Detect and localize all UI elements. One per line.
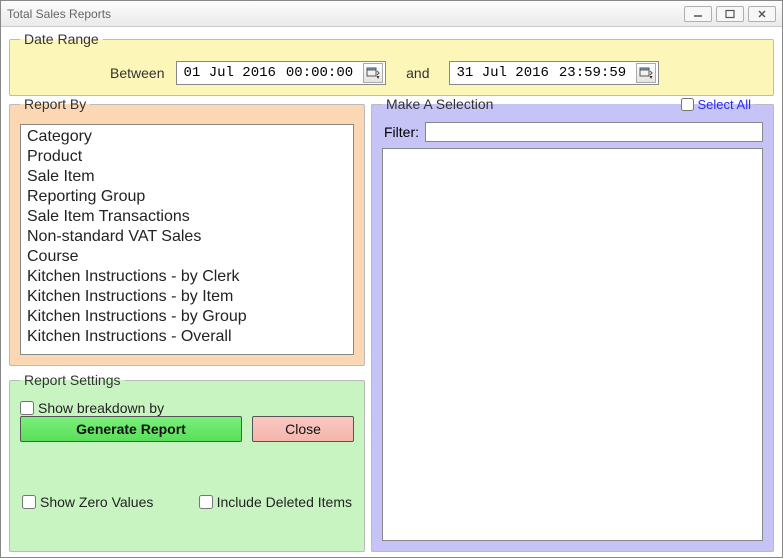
calendar-dropdown-icon [639, 66, 653, 80]
select-all-label: Select All [698, 97, 751, 112]
show-breakdown-input[interactable] [20, 401, 34, 415]
close-button[interactable]: Close [252, 416, 354, 442]
generate-report-label: Generate Report [76, 421, 186, 437]
report-settings-group: Report Settings Show breakdown by Till T… [9, 372, 365, 552]
between-label: Between [110, 65, 164, 81]
maximize-button[interactable] [716, 6, 744, 22]
list-item[interactable]: Non-standard VAT Sales [25, 227, 349, 247]
from-date-dropdown-button[interactable] [363, 63, 383, 83]
list-item[interactable]: Kitchen Instructions - by Group [25, 307, 349, 327]
to-date-dropdown-button[interactable] [636, 63, 656, 83]
list-item[interactable]: Category [25, 127, 349, 147]
show-zero-label: Show Zero Values [40, 494, 153, 510]
list-item[interactable]: Kitchen Instructions - by Clerk [25, 267, 349, 287]
report-by-listbox[interactable]: CategoryProductSale ItemReporting GroupS… [20, 124, 354, 355]
list-item[interactable]: Product [25, 147, 349, 167]
from-date-value: 01 Jul 2016 [183, 65, 275, 81]
list-item[interactable]: Reporting Group [25, 187, 349, 207]
from-time-value: 00:00:00 [286, 65, 353, 81]
make-selection-legend: Make A Selection [386, 96, 493, 112]
close-window-button[interactable] [748, 6, 776, 22]
to-datetime-picker[interactable]: 31 Jul 2016 23:59:59 [449, 61, 659, 85]
report-by-group: Report By CategoryProductSale ItemReport… [9, 96, 365, 366]
include-deleted-checkbox[interactable]: Include Deleted Items [199, 494, 352, 510]
generate-report-button[interactable]: Generate Report [20, 416, 242, 442]
window-frame: Total Sales Reports Date Range Between 0… [0, 0, 783, 558]
window-controls [684, 6, 776, 22]
and-label: and [406, 65, 429, 81]
list-item[interactable]: Kitchen Instructions - Overall [25, 327, 349, 347]
show-breakdown-label: Show breakdown by [38, 400, 164, 416]
calendar-dropdown-icon [366, 66, 380, 80]
include-deleted-label: Include Deleted Items [217, 494, 352, 510]
list-item[interactable]: Course [25, 247, 349, 267]
report-by-legend: Report By [20, 96, 90, 112]
filter-input[interactable] [425, 122, 763, 142]
to-date-value: 31 Jul 2016 [456, 65, 548, 81]
selection-listbox[interactable] [382, 148, 763, 541]
minimize-button[interactable] [684, 6, 712, 22]
list-item[interactable]: Sale Item Transactions [25, 207, 349, 227]
to-time-value: 23:59:59 [559, 65, 626, 81]
filter-label: Filter: [384, 124, 419, 140]
date-range-group: Date Range Between 01 Jul 2016 00:00:00 … [9, 31, 774, 96]
select-all-input[interactable] [681, 98, 694, 111]
window-title: Total Sales Reports [7, 7, 684, 21]
show-breakdown-checkbox[interactable]: Show breakdown by [20, 400, 164, 416]
select-all-checkbox[interactable]: Select All [681, 97, 751, 112]
client-area: Date Range Between 01 Jul 2016 00:00:00 … [1, 27, 782, 557]
include-deleted-input[interactable] [199, 495, 213, 509]
from-datetime-picker[interactable]: 01 Jul 2016 00:00:00 [176, 61, 386, 85]
date-range-legend: Date Range [20, 31, 103, 47]
show-zero-checkbox[interactable]: Show Zero Values [22, 494, 153, 510]
list-item[interactable]: Sale Item [25, 167, 349, 187]
report-settings-legend: Report Settings [20, 372, 125, 388]
make-selection-group: Make A Selection Select All Filter: [371, 96, 774, 552]
close-button-label: Close [285, 421, 321, 437]
list-item[interactable]: Kitchen Instructions - by Item [25, 287, 349, 307]
show-zero-input[interactable] [22, 495, 36, 509]
titlebar: Total Sales Reports [1, 1, 782, 27]
